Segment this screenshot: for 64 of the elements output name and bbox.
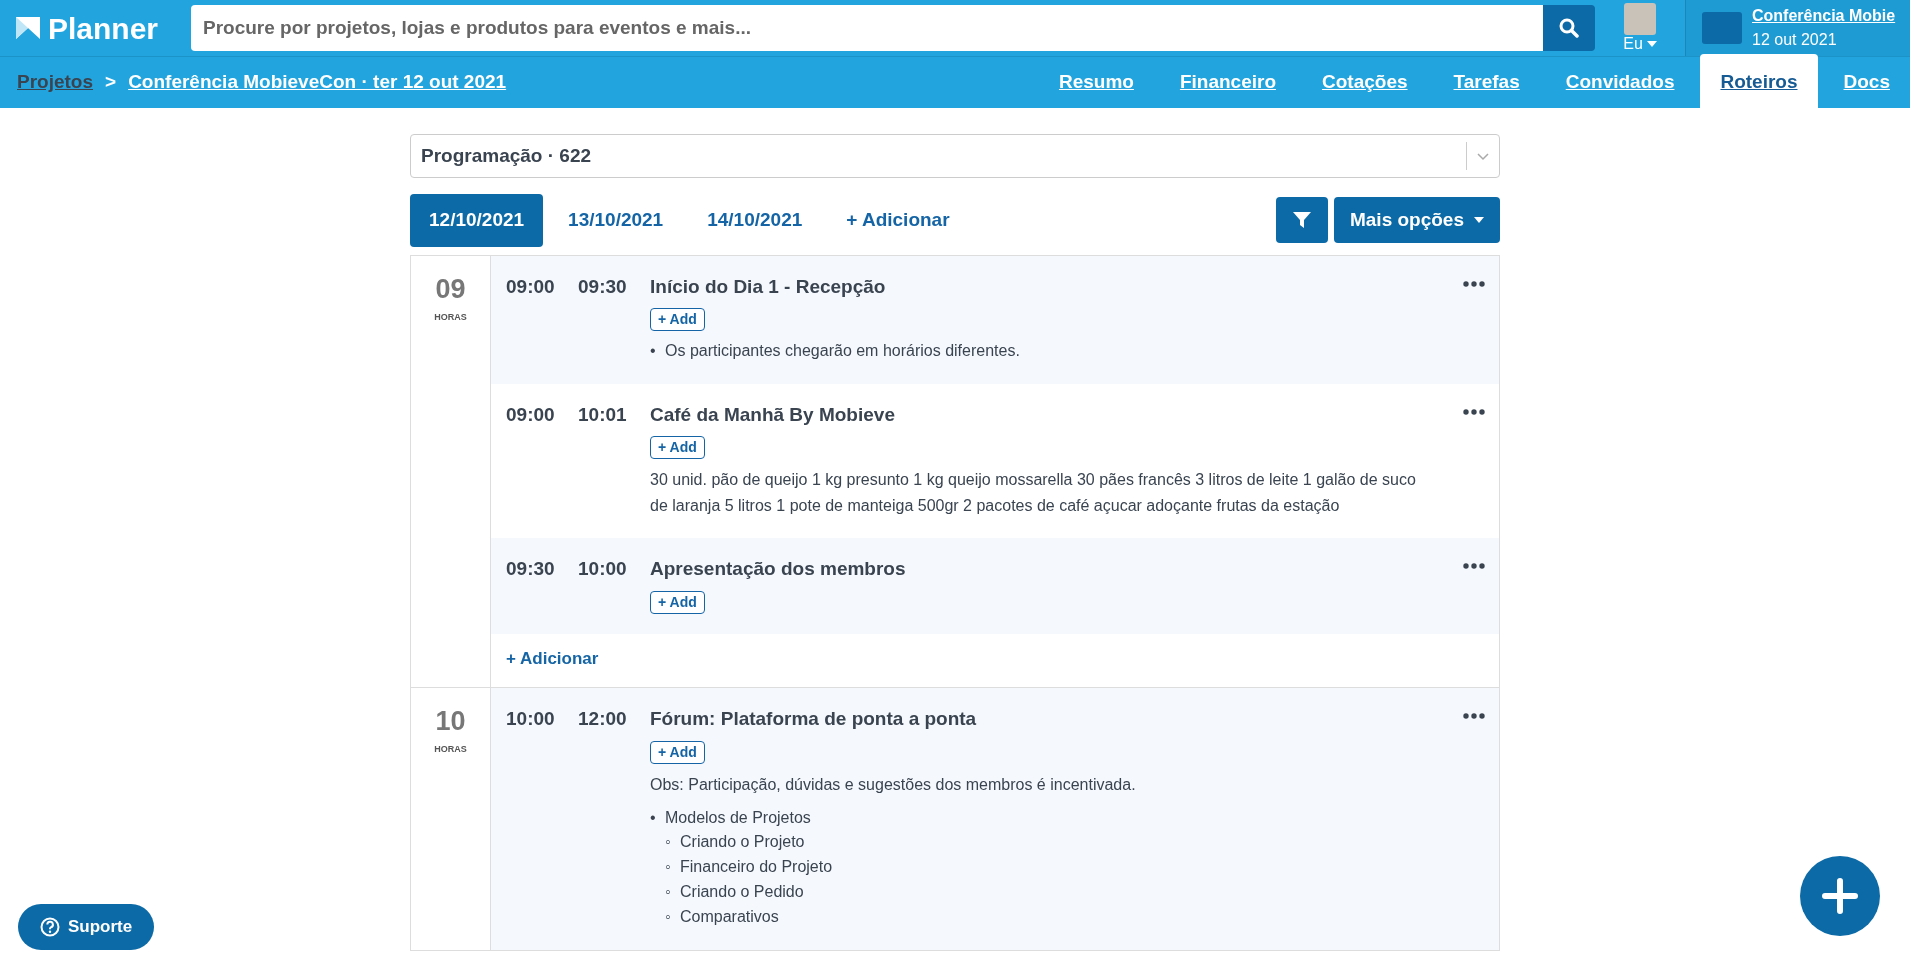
filter-button[interactable]: [1275, 197, 1328, 244]
chevron-down-icon: [1477, 152, 1489, 161]
start-time: 09:00: [506, 402, 556, 427]
hour-label: 10: [434, 708, 467, 736]
list-item-text: Os participantes chegarão em horários diferentes.: [665, 342, 1020, 359]
list-bullet: •: [650, 807, 657, 828]
event-title: Apresentação dos membros: [650, 557, 907, 582]
help-icon: [40, 917, 60, 937]
list-bullet: •: [650, 341, 657, 361]
more-icon[interactable]: [1463, 563, 1485, 570]
end-time: 10:00: [578, 557, 628, 582]
breadcrumb-link[interactable]: Projetos: [17, 68, 94, 97]
add-button[interactable]: + Add: [650, 741, 705, 764]
start-time: 09:30: [506, 557, 556, 582]
event-title: Fórum: Plataforma de ponta a ponta: [650, 707, 978, 732]
add-button[interactable]: + Add: [650, 436, 705, 460]
date-tab[interactable]: 14/10/2021: [688, 194, 822, 247]
add-event-button[interactable]: + Adicionar: [491, 634, 614, 688]
more-icon[interactable]: [1463, 408, 1485, 415]
add-button[interactable]: + Add: [650, 308, 705, 331]
hour-unit: HORAS: [433, 310, 468, 324]
nav-tab[interactable]: Roteiros: [1700, 53, 1818, 108]
schedule-select[interactable]: Programação · 622: [410, 134, 1500, 178]
breadcrumb-separator: >: [105, 70, 117, 95]
event-title: Início do Dia 1 - Recepção: [650, 274, 887, 299]
filter-icon: [1291, 210, 1312, 231]
logo-icon: [16, 17, 40, 39]
list-bullet: ◦: [665, 881, 672, 902]
add-date-button[interactable]: + Adicionar: [827, 194, 969, 247]
date-tab[interactable]: 13/10/2021: [549, 194, 683, 247]
search-field[interactable]: Procure por projetos, lojas e produtos para eventos e mais...: [191, 5, 1543, 51]
date-tab[interactable]: 12/10/2021: [410, 194, 544, 247]
list-bullet: ◦: [665, 832, 672, 853]
list-item-text: Comparativos: [680, 907, 779, 925]
more-icon[interactable]: [1463, 713, 1485, 720]
event-description: 30 unid. pão de queijo 1 kg presunto 1 kg queijo mossarella 30 pães francês 3 litros de leite 1 galão de suco de laranja 5 litros 1 pote de manteiga 500gr 2 pacotes de café açucar adoçante frutas da estação: [650, 470, 1417, 516]
photo-placeholder: [1702, 12, 1742, 44]
project-date: 12 out 2021: [1752, 30, 1838, 50]
logo-text: Planner: [48, 10, 159, 47]
more-icon[interactable]: [1463, 280, 1485, 287]
list-item-text: Modelos de Projetos: [665, 808, 811, 826]
list-bullet: ◦: [665, 906, 672, 927]
start-time: 09:00: [506, 274, 556, 299]
caret-icon: [1474, 217, 1484, 224]
caret-icon: [1646, 41, 1657, 47]
support-button[interactable]: Suporte: [18, 904, 155, 950]
end-time: 09:30: [578, 274, 628, 299]
hour-unit: HORAS: [433, 743, 468, 757]
end-time: 12:00: [578, 707, 628, 732]
add-button[interactable]: + Add: [650, 591, 705, 614]
start-time: 10:00: [506, 707, 556, 732]
project-title-link[interactable]: Conferência Mobie: [1752, 4, 1896, 28]
event-title: Café da Manhã By Mobieve: [650, 402, 896, 427]
list-item-text: Criando o Pedido: [680, 882, 804, 900]
event-description: Obs: Participação, dúvidas e sugestões dos membros é incentivada.: [650, 775, 1137, 795]
list-item-text: Criando o Projeto: [680, 833, 805, 851]
search-icon: [1559, 18, 1579, 38]
more-options-button[interactable]: Mais opções: [1333, 197, 1500, 244]
search-button[interactable]: [1543, 5, 1595, 51]
end-time: 10:01: [578, 402, 628, 427]
list-item-text: Financeiro do Projeto: [680, 858, 833, 876]
hour-label: 09: [434, 275, 467, 303]
plus-icon: [1822, 878, 1858, 914]
list-bullet: ◦: [665, 857, 672, 878]
